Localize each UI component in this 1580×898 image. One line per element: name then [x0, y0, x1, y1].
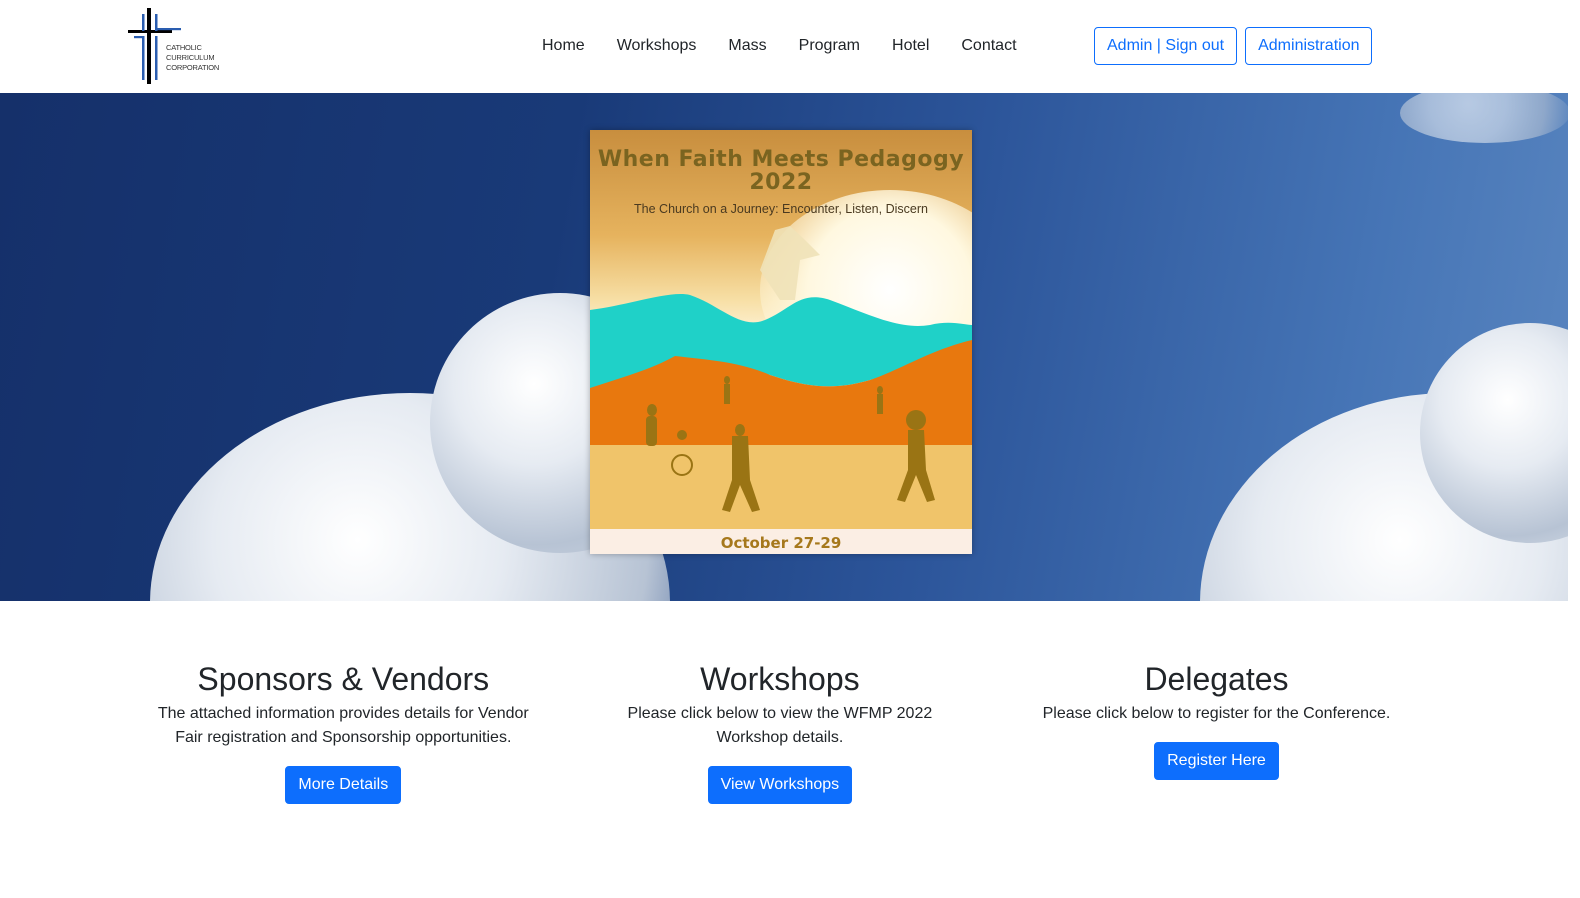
card-title: Delegates — [1144, 661, 1289, 697]
poster-date: October 27-29 — [720, 534, 842, 552]
card-sponsors-vendors: Sponsors & Vendors The attached informat… — [125, 660, 562, 804]
administration-button[interactable]: Administration — [1245, 27, 1373, 65]
logo[interactable]: CATHOLIC CURRICULUM CORPORATION — [126, 6, 226, 86]
logo-line-1: CATHOLIC — [166, 43, 202, 52]
poster-date-band: October 27-29 — [590, 529, 972, 554]
poster-subtitle: The Church on a Journey: Encounter, List… — [634, 202, 928, 216]
view-workshops-button[interactable]: View Workshops — [707, 766, 853, 804]
nav-mass[interactable]: Mass — [712, 34, 782, 58]
card-text: Please click below to view the WFMP 2022… — [627, 705, 933, 746]
cloud-top-right — [1400, 93, 1568, 143]
card-workshops: Workshops Please click below to view the… — [562, 660, 999, 804]
card-title: Workshops — [700, 661, 860, 697]
more-details-button[interactable]: More Details — [285, 766, 402, 804]
info-cards: Sponsors & Vendors The attached informat… — [125, 660, 1435, 804]
nav-contact[interactable]: Contact — [945, 34, 1032, 58]
card-delegates: Delegates Please click below to register… — [998, 660, 1435, 804]
hero-banner: When Faith Meets Pedagogy 2022 The Churc… — [0, 93, 1568, 601]
nav-hotel[interactable]: Hotel — [876, 34, 945, 58]
poster-title-line-1: When Faith Meets Pedagogy — [597, 147, 965, 172]
register-here-button[interactable]: Register Here — [1154, 742, 1279, 780]
admin-sign-out-button[interactable]: Admin | Sign out — [1094, 27, 1238, 65]
nav-workshops[interactable]: Workshops — [601, 34, 713, 58]
logo-line-2: CURRICULUM — [166, 53, 215, 62]
navbar: CATHOLIC CURRICULUM CORPORATION Home Wor… — [0, 0, 1568, 93]
nav-buttons: Admin | Sign out Administration — [1094, 27, 1373, 65]
nav-program[interactable]: Program — [783, 34, 876, 58]
logo-line-3: CORPORATION — [166, 63, 220, 72]
main-nav: Home Workshops Mass Program Hotel Contac… — [526, 34, 1033, 58]
poster-title: When Faith Meets Pedagogy 2022 — [590, 148, 972, 194]
nav-home[interactable]: Home — [526, 34, 601, 58]
logo-text: CATHOLIC CURRICULUM CORPORATION — [166, 43, 219, 73]
poster-title-line-2: 2022 — [749, 170, 813, 195]
card-title: Sponsors & Vendors — [197, 661, 490, 697]
page: CATHOLIC CURRICULUM CORPORATION Home Wor… — [0, 0, 1568, 898]
card-text: The attached information provides detail… — [157, 705, 529, 746]
card-text: Please click below to register for the C… — [1042, 705, 1391, 722]
conference-poster: When Faith Meets Pedagogy 2022 The Churc… — [590, 130, 972, 554]
